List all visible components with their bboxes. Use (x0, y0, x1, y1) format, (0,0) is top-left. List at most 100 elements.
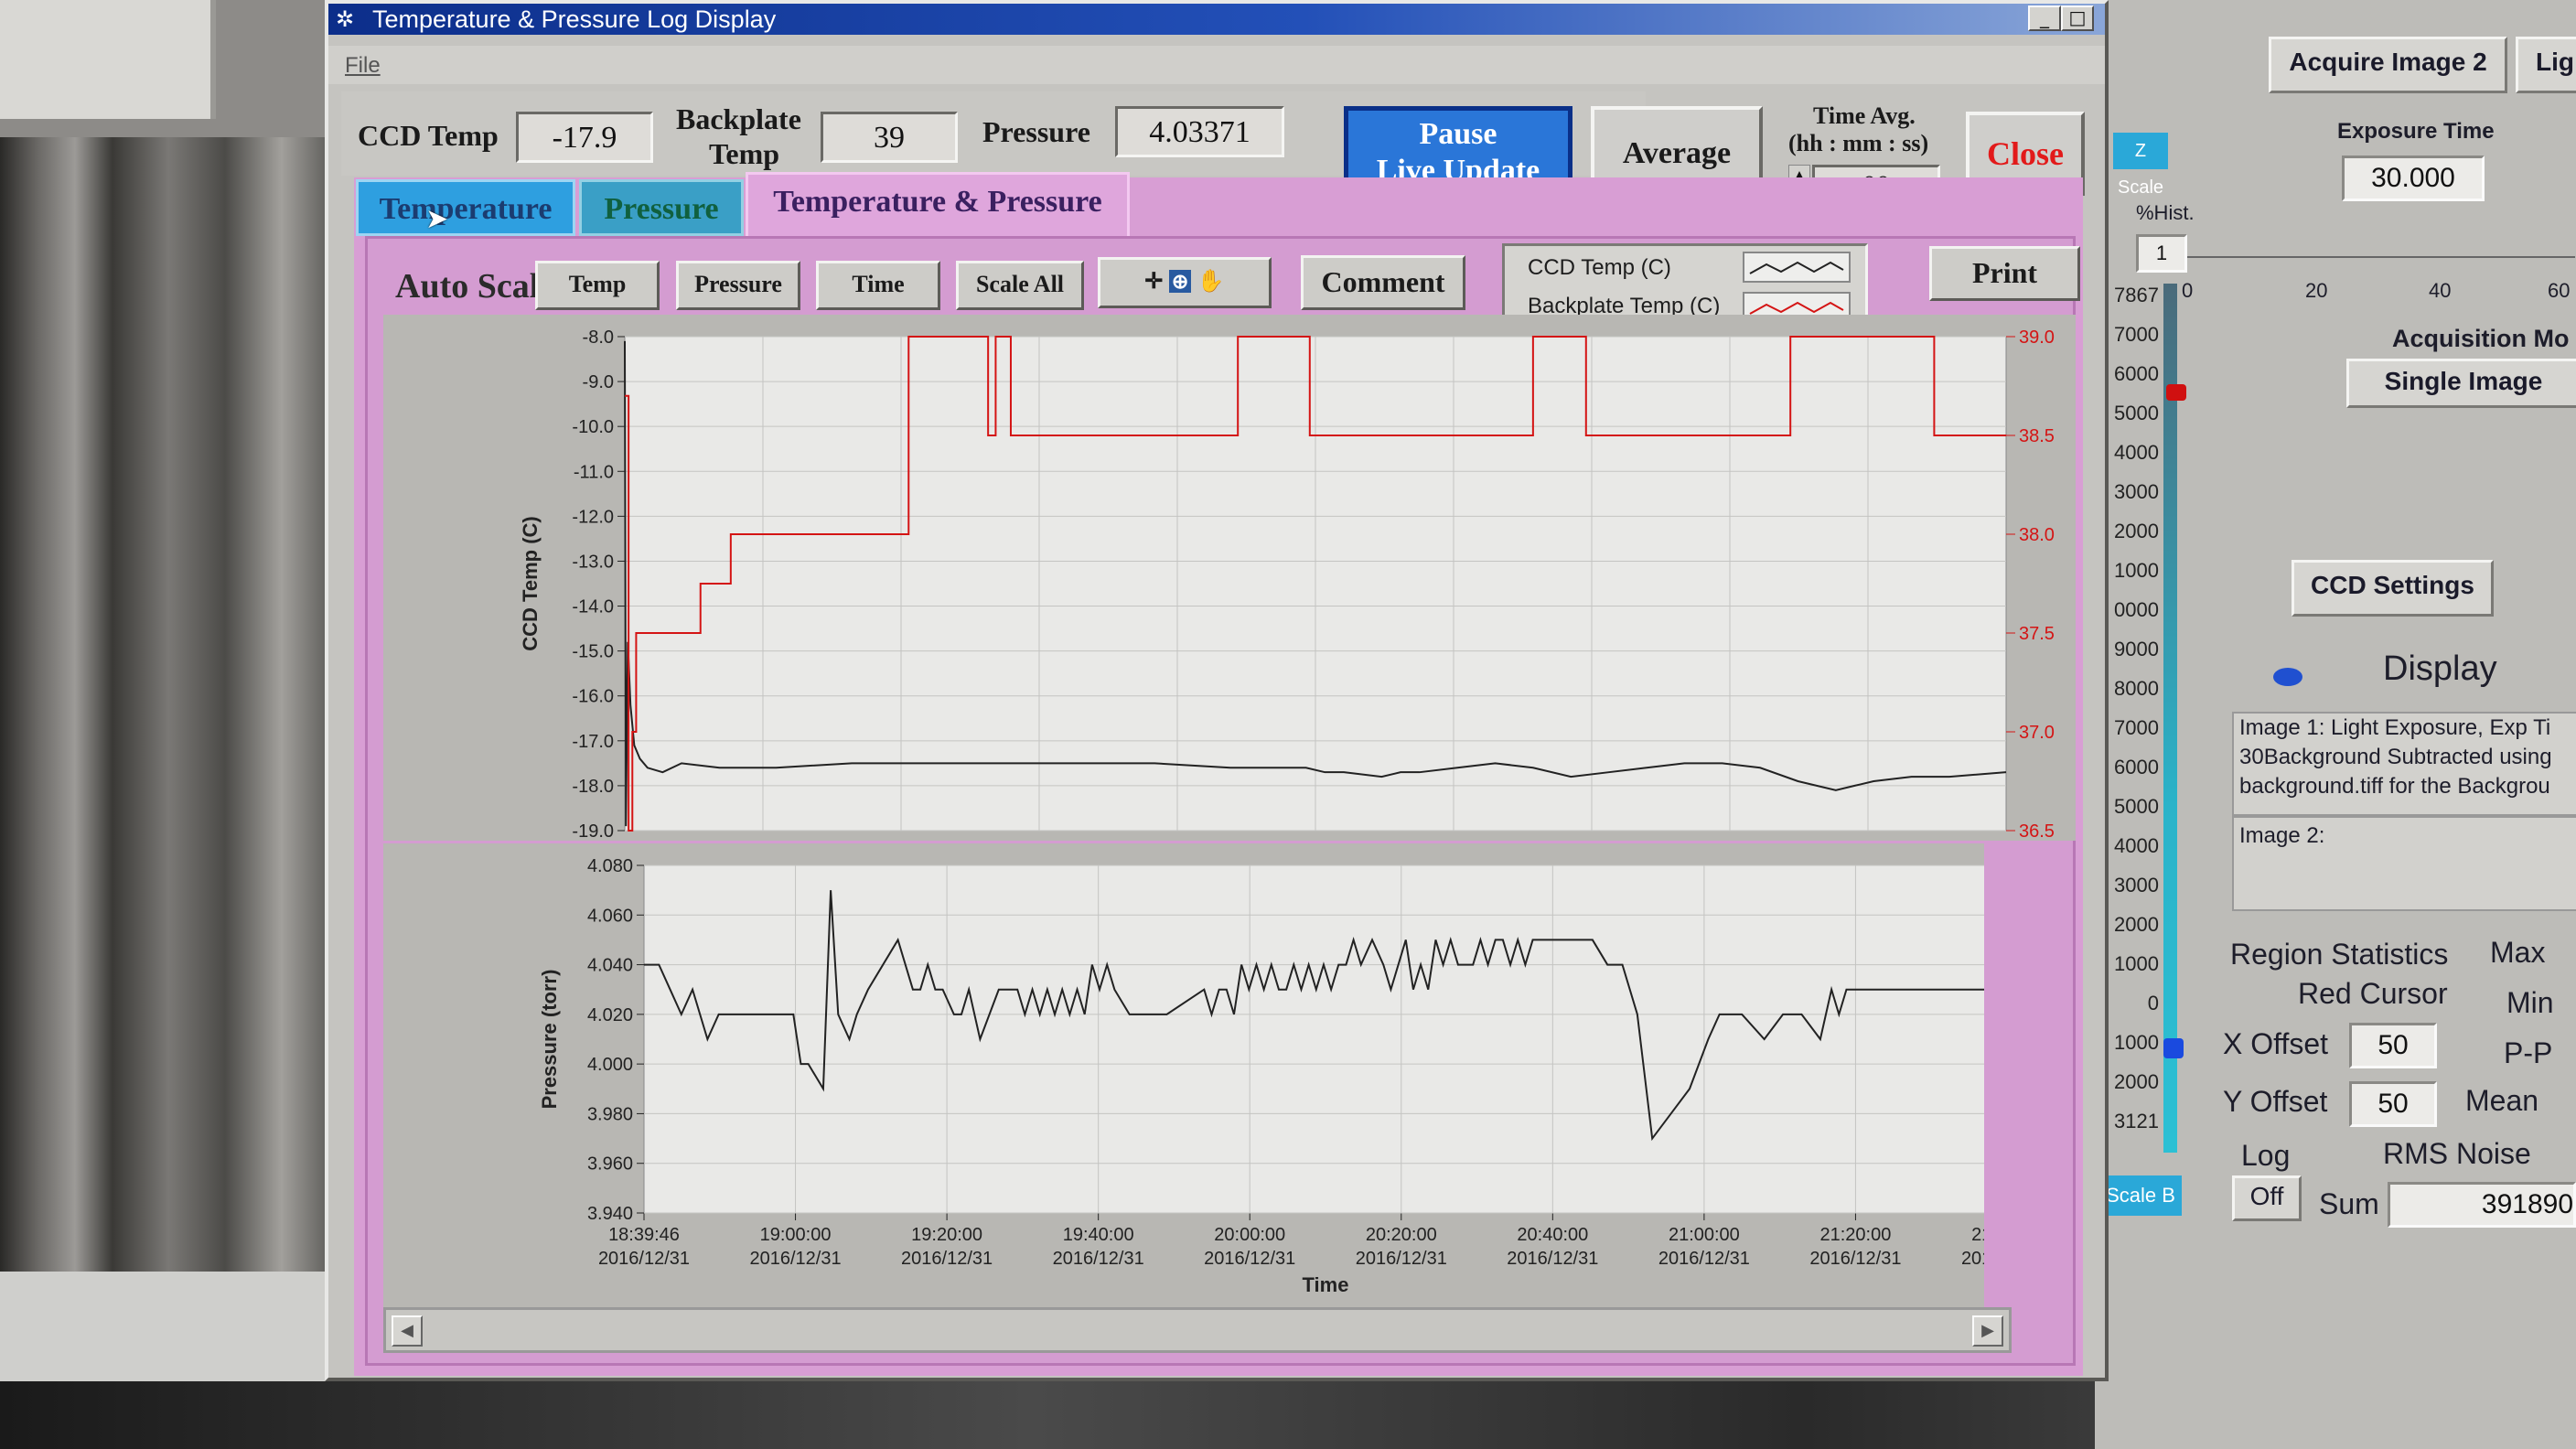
zoom-icon[interactable]: ⊕ (1168, 270, 1192, 293)
image-2-label: Image 2: (2239, 823, 2325, 848)
y-tick-label: -8.0 (583, 327, 614, 348)
x-tick-date: 2016/12/31 (1809, 1249, 1901, 1269)
log-display-window: ✲ Temperature & Pressure Log Display _ □… (325, 0, 2109, 1381)
scale-b-button[interactable]: Scale B (2099, 1175, 2182, 1216)
ccd-temp-value: -17.9 (516, 112, 653, 163)
x-offset-field[interactable]: 50 (2349, 1023, 2437, 1068)
y-right-tick-label: 38.0 (2019, 525, 2055, 545)
tab-pressure[interactable]: Pressure (579, 179, 744, 236)
auto-scale-label: Auto Scale (395, 267, 555, 306)
info-line-3: background.tiff for the Backgrou (2239, 774, 2550, 799)
pressure-label: Pressure (982, 115, 1090, 148)
menu-file[interactable]: File (345, 53, 381, 79)
ccd-temp-label: CCD Temp (358, 119, 499, 152)
autoscale-pressure-button[interactable]: Pressure (676, 261, 800, 310)
z-scale-max-handle[interactable] (2166, 384, 2186, 401)
y-tick-label: 4.060 (587, 906, 633, 926)
autoscale-time-button[interactable]: Time (816, 261, 940, 310)
comment-button[interactable]: Comment (1301, 255, 1465, 310)
slider-tick: 20 (2305, 279, 2328, 302)
temperature-chart-frame: -8.0 -9.0 -10.0 -11.0 -12.0 -13.0 -14.0 -15.0 -1… (383, 315, 2105, 842)
time-avg-format-label: (hh : mm : ss) (1788, 130, 1929, 156)
time-scrollbar[interactable]: ◀ ▶ (383, 1307, 2012, 1353)
acquisition-mode-label: Acquisition Mo (2392, 325, 2570, 352)
menu-bar: File (328, 46, 2105, 84)
x-tick-date: 2016/12/31 (1356, 1249, 1447, 1269)
single-image-dropdown[interactable]: Single Image (2346, 359, 2576, 408)
y-tick-label: -18.0 (572, 777, 614, 797)
y-tick-label: 3.940 (587, 1204, 633, 1224)
y-right-tick-label: 37.0 (2019, 723, 2055, 743)
minimize-icon[interactable]: _ (2028, 5, 2061, 31)
y-tick-label: -16.0 (572, 687, 614, 707)
min-label: Min (2506, 986, 2554, 1019)
display-indicator (2273, 668, 2302, 686)
light-button[interactable]: Lig (2516, 37, 2576, 93)
exposure-time-field[interactable]: 30.000 (2342, 156, 2485, 201)
scale-all-button[interactable]: Scale All (956, 261, 1084, 310)
y-right-tick-label: 37.5 (2019, 624, 2055, 644)
autoscale-temp-button[interactable]: Temp (535, 261, 660, 310)
scroll-right-icon[interactable]: ▶ (1972, 1315, 2003, 1347)
acquire-image-2-button[interactable]: Acquire Image 2 (2269, 37, 2507, 93)
maximize-icon[interactable]: □ (2061, 5, 2094, 31)
time-avg-label: Time Avg. (1813, 102, 1916, 129)
y-tick-label: 4.040 (587, 956, 633, 976)
exposure-time-label: Exposure Time (2337, 119, 2495, 144)
slider-tick: 40 (2429, 279, 2452, 302)
y-tick-label: -19.0 (572, 821, 614, 841)
x-axis-title: Time (1303, 1273, 1349, 1296)
ccd-settings-button[interactable]: CCD Settings (2292, 560, 2494, 617)
crosshair-icon[interactable]: ✛ (1144, 270, 1163, 294)
temperature-chart[interactable]: -8.0 -9.0 -10.0 -11.0 -12.0 -13.0 -14.0 -15.0 -1… (383, 315, 2105, 842)
rms-noise-label: RMS Noise (2383, 1137, 2531, 1170)
p-p-label: P-P (2504, 1036, 2553, 1069)
pressure-chart-frame: 18:39:46 2016/12/31 19:00:00 2016/12/31 19:2… (383, 843, 2053, 1310)
pressure-chart[interactable]: 18:39:46 2016/12/31 19:00:00 2016/12/31 19:2… (383, 843, 2053, 1310)
exposure-slider[interactable] (2182, 210, 2575, 258)
y-right-tick-label: 38.5 (2019, 426, 2055, 446)
log-label: Log (2241, 1139, 2291, 1172)
x-tick-label: 21:00:00 (1669, 1225, 1740, 1245)
x-tick-date: 2016/12/31 (901, 1249, 993, 1269)
scroll-left-icon[interactable]: ◀ (392, 1315, 423, 1347)
y-offset-field[interactable]: 50 (2349, 1081, 2437, 1127)
pan-hand-icon[interactable]: ✋ (1197, 270, 1225, 294)
background-camera-image (0, 137, 375, 1272)
legend-ccd-swatch[interactable] (1743, 252, 1851, 283)
y-tick-label: 3.960 (587, 1154, 633, 1175)
z-scale-button[interactable]: Z Scale (2113, 133, 2168, 198)
app-icon: ✲ (336, 6, 355, 32)
tab-temperature-pressure[interactable]: Temperature & Pressure (746, 172, 1130, 236)
x-tick-date: 2016/12/31 (1204, 1249, 1295, 1269)
image-2-info-box: Image 2: (2232, 816, 2576, 911)
region-statistics-label: Region Statistics (2230, 938, 2449, 971)
x-tick-date: 2016/12/31 (750, 1249, 842, 1269)
y-tick-label: 3.980 (587, 1104, 633, 1124)
slider-tick: 0 (2182, 279, 2194, 302)
print-button[interactable]: Print (1929, 246, 2080, 301)
y-axis-title: CCD Temp (C) (519, 516, 542, 650)
y-tick-label: -14.0 (572, 597, 614, 617)
red-cursor-label: Red Cursor (2298, 977, 2448, 1010)
y-tick-label: -9.0 (583, 372, 614, 392)
x-tick-date: 2016/12/31 (1961, 1249, 1984, 1269)
x-tick-label: 21:44:55 (1971, 1225, 1984, 1245)
x-tick-label: 20:40:00 (1517, 1225, 1588, 1245)
x-tick-label: 19:20:00 (911, 1225, 982, 1245)
y-tick-label: 4.000 (587, 1055, 633, 1075)
x-tick-label: 21:20:00 (1820, 1225, 1892, 1245)
exposure-slider-ticks: 0 20 40 60 (2182, 279, 2575, 306)
y-tick-label: -11.0 (574, 462, 614, 482)
pause-label-line-1: Pause (1419, 117, 1497, 151)
title-bar[interactable]: ✲ Temperature & Pressure Log Display _ □ (328, 4, 2105, 35)
x-tick-date: 2016/12/31 (1658, 1249, 1750, 1269)
graph-palette: ✛ ⊕ ✋ (1098, 257, 1272, 308)
y-tick-label: -12.0 (572, 507, 614, 527)
backplate-temp-value: 39 (821, 112, 958, 163)
hist-field[interactable]: 1 (2136, 234, 2187, 273)
slider-tick: 60 (2548, 279, 2571, 302)
x-offset-label: X Offset (2223, 1027, 2329, 1060)
log-toggle[interactable]: Off (2232, 1175, 2302, 1221)
tab-temperature[interactable]: Temperature (356, 179, 575, 236)
